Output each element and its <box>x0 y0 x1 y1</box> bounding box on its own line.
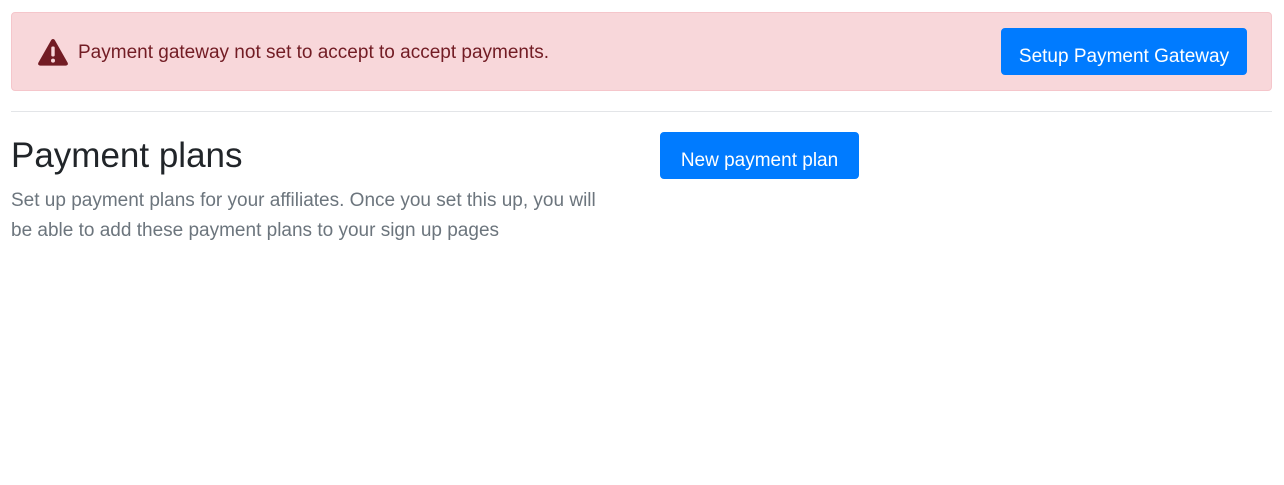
payment-gateway-alert: Payment gateway not set to accept to acc… <box>11 12 1272 91</box>
alert-message: Payment gateway not set to accept to acc… <box>78 42 550 63</box>
new-payment-plan-button[interactable]: New payment plan <box>660 132 859 179</box>
warning-triangle-icon <box>37 37 69 67</box>
section-divider <box>11 111 1272 112</box>
page-description: Set up payment plans for your affiliates… <box>11 190 596 241</box>
setup-payment-gateway-button[interactable]: Setup Payment Gateway <box>1001 28 1247 75</box>
page-title: Payment plans <box>11 136 243 175</box>
